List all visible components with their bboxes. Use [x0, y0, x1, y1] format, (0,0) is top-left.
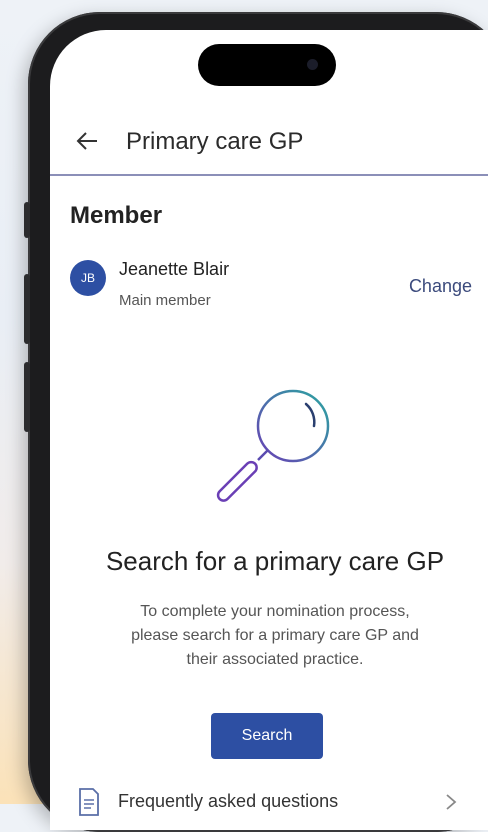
volume-down-button — [24, 362, 30, 432]
search-button[interactable]: Search — [211, 713, 323, 759]
faq-list-item[interactable]: Frequently asked questions — [50, 788, 488, 830]
faq-label: Frequently asked questions — [118, 791, 339, 811]
document-icon — [79, 788, 99, 816]
search-description-line: To complete your nomination process, — [140, 603, 410, 620]
app-header: Primary care GP — [50, 114, 488, 176]
avatar: JB — [70, 260, 106, 296]
search-description-line: please search for a primary care GP and — [131, 627, 419, 644]
arrow-left-icon[interactable] — [76, 130, 98, 152]
chevron-right-icon — [446, 794, 457, 810]
phone-screen: Primary care GP Member JB Jeanette Blair… — [50, 30, 488, 830]
magnifying-glass-icon — [216, 389, 330, 502]
member-role: Main member — [119, 292, 211, 309]
search-description: To complete your nomination process, ple… — [80, 600, 470, 672]
member-name: Jeanette Blair — [119, 259, 230, 279]
mute-switch — [24, 202, 30, 238]
page-title: Primary care GP — [126, 128, 304, 155]
member-section-title: Member — [70, 202, 163, 229]
camera-icon — [307, 59, 318, 70]
change-member-link[interactable]: Change — [409, 276, 472, 297]
search-headline: Search for a primary care GP — [105, 546, 445, 576]
dynamic-island — [198, 44, 336, 86]
volume-up-button — [24, 274, 30, 344]
search-description-line: their associated practice. — [186, 651, 364, 668]
